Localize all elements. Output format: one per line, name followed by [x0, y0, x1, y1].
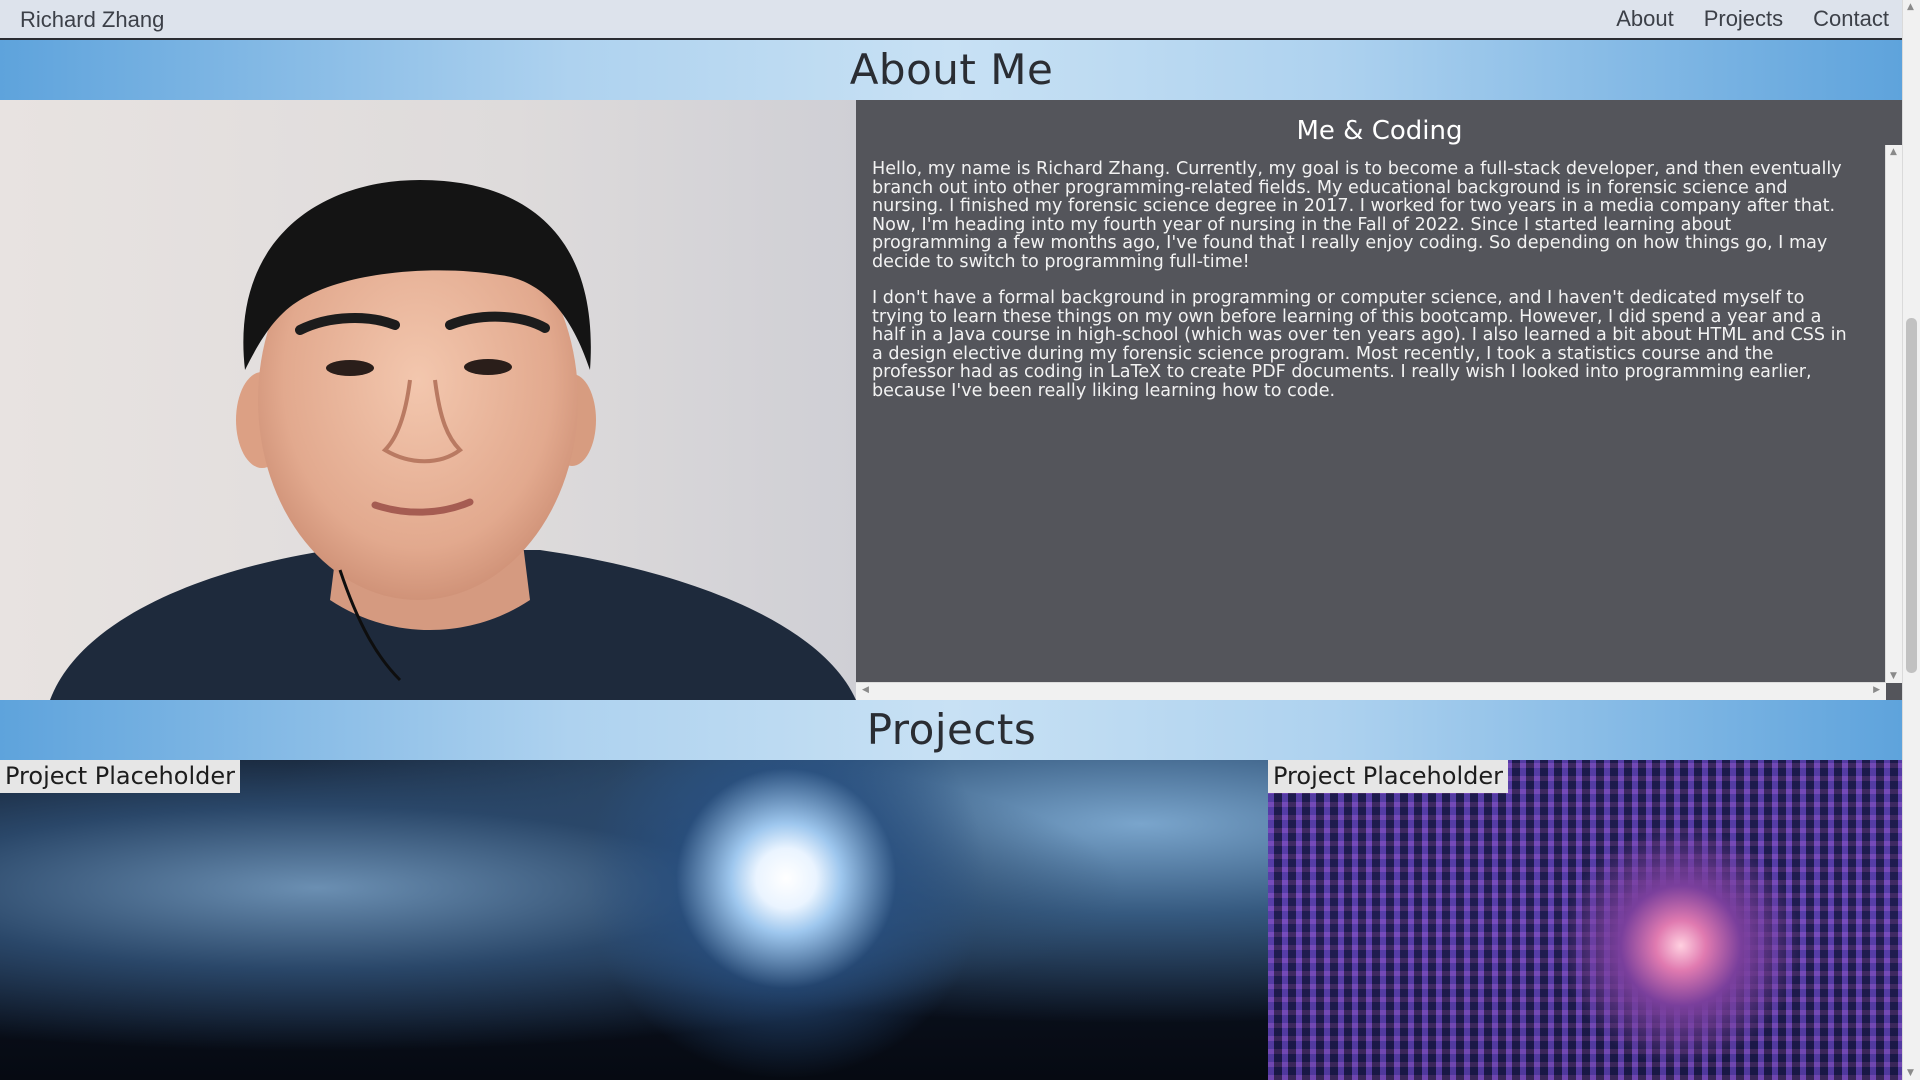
- scroll-up-arrow-icon[interactable]: ▲: [1890, 147, 1897, 157]
- page-scroll-thumb[interactable]: [1906, 318, 1917, 673]
- top-navbar: Richard Zhang About Projects Contact: [0, 0, 1903, 40]
- project-label: Project Placeholder: [0, 760, 240, 793]
- portrait-image: [0, 100, 856, 700]
- projects-section-header: Projects: [0, 700, 1903, 760]
- bio-panel: Me & Coding Hello, my name is Richard Zh…: [856, 100, 1903, 700]
- project-label: Project Placeholder: [1268, 760, 1508, 793]
- project-card[interactable]: Project Placeholder: [0, 760, 1268, 1080]
- page-scroll-down-arrow-icon[interactable]: ▼: [1907, 1068, 1914, 1078]
- page-scrollbar[interactable]: ▲ ▼: [1902, 0, 1920, 1080]
- bio-title: Me & Coding: [1296, 116, 1463, 146]
- site-brand[interactable]: Richard Zhang: [20, 7, 164, 33]
- bio-vertical-scrollbar[interactable]: ▲ ▼: [1885, 145, 1903, 683]
- about-heading: About Me: [849, 45, 1054, 94]
- bio-paragraph: Hello, my name is Richard Zhang. Current…: [872, 159, 1842, 272]
- project-card[interactable]: Project Placeholder: [1268, 760, 1903, 1080]
- bio-paragraph: I don't have a formal background in prog…: [872, 288, 1847, 401]
- page-scroll-up-arrow-icon[interactable]: ▲: [1907, 2, 1914, 12]
- nav-links: About Projects Contact: [1616, 6, 1889, 32]
- nav-link-contact[interactable]: Contact: [1813, 6, 1889, 32]
- nav-link-projects[interactable]: Projects: [1704, 6, 1783, 32]
- nav-link-about[interactable]: About: [1616, 6, 1674, 32]
- projects-heading: Projects: [866, 705, 1037, 754]
- scroll-down-arrow-icon[interactable]: ▼: [1890, 671, 1897, 681]
- scroll-right-arrow-icon[interactable]: ▶: [1873, 685, 1880, 695]
- scroll-left-arrow-icon[interactable]: ◀: [862, 685, 869, 695]
- bio-horizontal-scrollbar[interactable]: ◀ ▶: [856, 682, 1886, 700]
- profile-photo: [0, 100, 856, 700]
- bio-text: Hello, my name is Richard Zhang. Current…: [856, 146, 1868, 400]
- about-section-header: About Me: [0, 40, 1903, 100]
